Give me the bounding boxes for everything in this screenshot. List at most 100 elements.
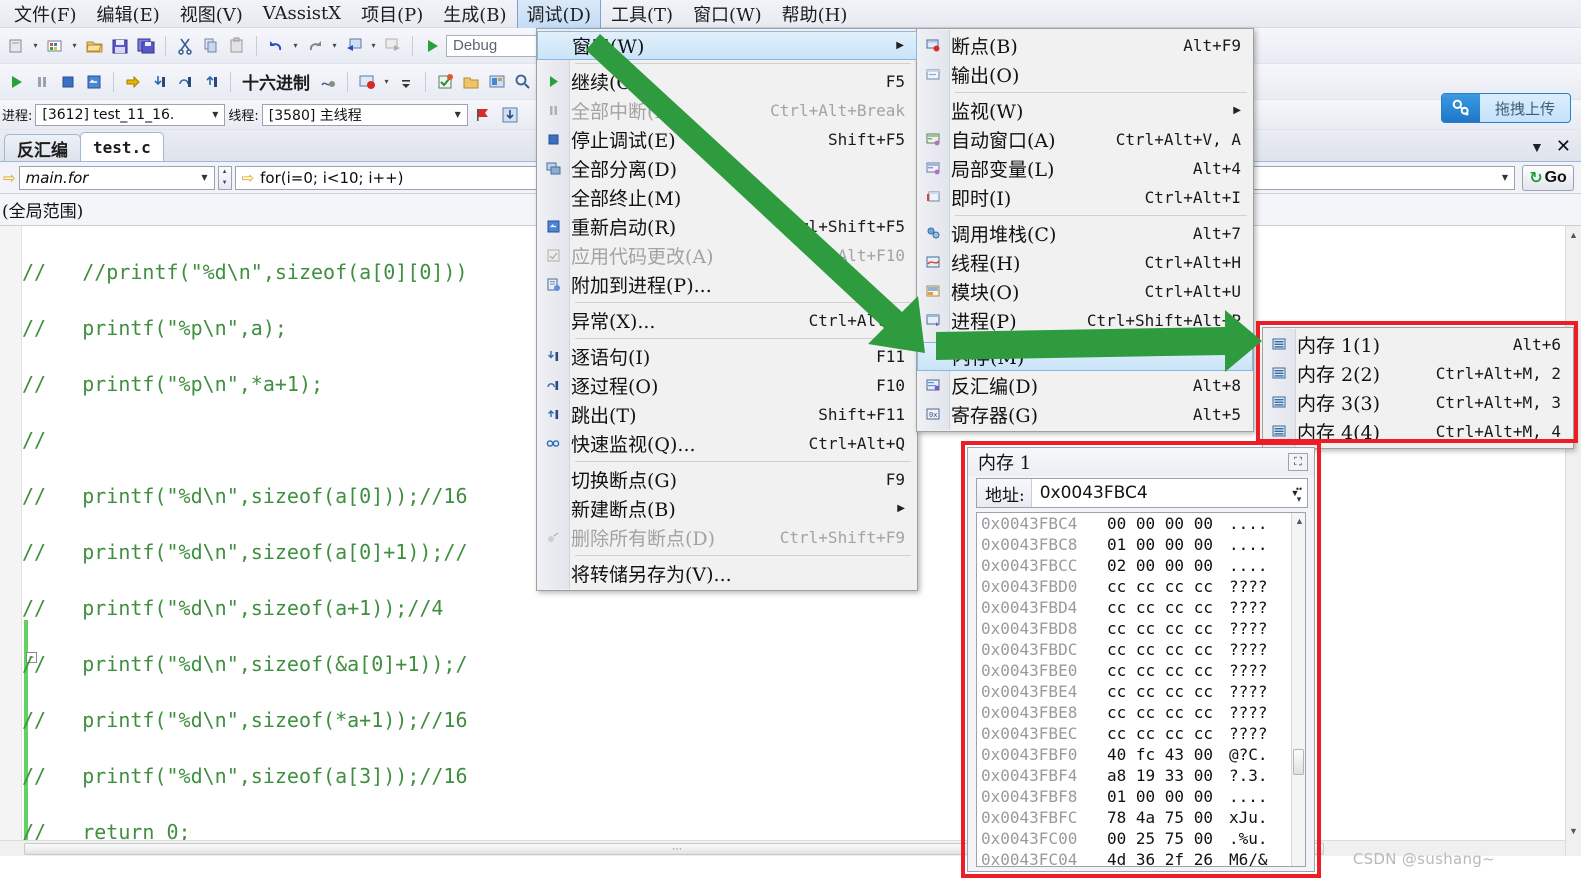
restart-icon[interactable]	[82, 70, 106, 94]
start-debug-icon[interactable]	[420, 34, 444, 58]
save-icon[interactable]	[108, 34, 132, 58]
menu-item-processes-window[interactable]: 进程(P) Ctrl+Shift+Alt+P	[917, 306, 1253, 335]
menu-item-breakpoints-window[interactable]: 断点(B) Alt+F9	[917, 31, 1253, 60]
scroll-down-icon[interactable]: ▼	[1569, 826, 1578, 836]
chevron-down-icon[interactable]: ▾	[30, 41, 41, 50]
menu-item-autos-window[interactable]: 自动窗口(A) Ctrl+Alt+V, A	[917, 125, 1253, 154]
memory-hex-pane[interactable]: 0x0043FBC4 00 00 00 00.... 0x0043FBC8 01 0…	[976, 512, 1306, 867]
menu-item-apply-code-changes[interactable]: 应用代码更改(A) Alt+F10	[537, 241, 917, 270]
columns-icon[interactable]: ••	[1296, 484, 1302, 494]
continue-icon[interactable]	[4, 70, 28, 94]
menu-item-delete-all-breakpoints[interactable]: 删除所有断点(D) Ctrl+Shift+F9	[537, 523, 917, 552]
menu-item-disassembly-window[interactable]: 反汇编(D) Alt+8	[917, 371, 1253, 400]
menu-item-step-out[interactable]: 跳出(T) Shift+F11	[537, 400, 917, 429]
menu-item-help[interactable]: 帮助(H)	[772, 0, 858, 30]
memory-submenu-popup[interactable]: 内存 1(1) Alt+6 内存 2(2) Ctrl+Alt+M, 2 内存 3…	[1262, 327, 1574, 449]
step-out-icon[interactable]	[199, 70, 223, 94]
chevron-down-icon[interactable]: ▼	[451, 110, 465, 119]
menu-item-windows[interactable]: 窗口(W) ▶	[537, 31, 917, 60]
menu-item-exceptions[interactable]: 异常(X)... Ctrl+Alt+E	[537, 306, 917, 335]
redo-icon[interactable]	[303, 34, 327, 58]
chevron-down-icon[interactable]: ▾	[329, 41, 340, 50]
scrollbar-thumb[interactable]	[1293, 749, 1304, 775]
save-all-icon[interactable]	[134, 34, 158, 58]
menu-item-attach-to-process[interactable]: 附加到进程(P)...	[537, 270, 917, 299]
menu-item-build[interactable]: 生成(B)	[433, 0, 516, 30]
stack-frame-icon[interactable]	[498, 103, 522, 127]
chevron-down-icon[interactable]: ▾	[69, 41, 80, 50]
open-file-icon[interactable]	[82, 34, 106, 58]
show-next-statement-icon[interactable]	[121, 70, 145, 94]
menu-item-memory-4[interactable]: 内存 4(4) Ctrl+Alt+M, 4	[1263, 417, 1573, 446]
menu-item-restart[interactable]: 重新启动(R) Ctrl+Shift+F5	[537, 212, 917, 241]
chevron-down-icon[interactable]: ▾	[290, 41, 301, 50]
solution-explorer-icon[interactable]	[459, 70, 483, 94]
menu-item-watch-window[interactable]: 监视(W) ▶	[917, 96, 1253, 125]
chevron-down-icon[interactable]: ▼	[208, 110, 222, 119]
menu-item-quick-watch[interactable]: 快速监视(Q)... Ctrl+Alt+Q	[537, 429, 917, 458]
navigate-forward-icon[interactable]	[381, 34, 405, 58]
debug-windows-submenu-popup[interactable]: 断点(B) Alt+F9 输出(O) 监视(W) ▶ 自动窗口(A) Ctrl+…	[916, 28, 1254, 432]
menu-item-stop-debugging[interactable]: 停止调试(E) Shift+F5	[537, 125, 917, 154]
menu-item-window[interactable]: 窗口(W)	[683, 0, 772, 30]
menu-item-memory-2[interactable]: 内存 2(2) Ctrl+Alt+M, 2	[1263, 359, 1573, 388]
toolbar-overflow-icon[interactable]	[394, 70, 418, 94]
chevron-down-icon[interactable]: ▼	[195, 173, 213, 182]
float-window-icon[interactable]: ⛶	[1288, 453, 1308, 471]
step-over-icon[interactable]	[173, 70, 197, 94]
menu-item-toggle-breakpoint[interactable]: 切换断点(G) F9	[537, 465, 917, 494]
step-into-icon[interactable]	[147, 70, 171, 94]
memory-address-bar[interactable]: 地址: 0x0043FBC4 ▼	[976, 478, 1308, 508]
menu-item-memory-1[interactable]: 内存 1(1) Alt+6	[1263, 330, 1573, 359]
break-all-icon[interactable]	[30, 70, 54, 94]
menu-item-threads-window[interactable]: 线程(H) Ctrl+Alt+H	[917, 248, 1253, 277]
new-project-icon[interactable]	[4, 34, 28, 58]
solution-configuration-select[interactable]: Debug	[446, 34, 538, 57]
thread-select[interactable]: [3580] 主线程 ▼	[261, 103, 468, 126]
properties-window-icon[interactable]	[485, 70, 509, 94]
breakpoint-icon[interactable]	[355, 70, 379, 94]
menu-item-continue[interactable]: 继续(C) F5	[537, 67, 917, 96]
overflow-icon[interactable]: ▾	[1297, 494, 1302, 504]
scope-select[interactable]: main.for ▼	[18, 165, 215, 190]
editor-horizontal-scrollbar[interactable]: ⋯	[0, 840, 1581, 856]
editor-gutter[interactable]	[0, 226, 22, 856]
menu-item-debug[interactable]: 调试(D)	[516, 0, 601, 30]
scroll-up-icon[interactable]: ▲	[1569, 230, 1578, 240]
memory-tool-window[interactable]: 内存 1 ⛶ 地址: 0x0043FBC4 ▼ •• ▾ 0x0043FBC4 0…	[967, 447, 1315, 872]
cut-icon[interactable]	[173, 34, 197, 58]
navigate-backward-icon[interactable]	[342, 34, 366, 58]
stop-debug-icon[interactable]	[56, 70, 80, 94]
menu-item-step-into[interactable]: 逐语句(I) F11	[537, 342, 917, 371]
task-list-icon[interactable]	[433, 70, 457, 94]
menu-item-vassistx[interactable]: VAssistX	[253, 0, 351, 27]
go-button[interactable]: ↻ Go	[1522, 164, 1574, 191]
chevron-down-icon[interactable]: ▾	[368, 41, 379, 50]
drag-upload-button[interactable]: 拖拽上传	[1441, 93, 1571, 123]
menu-item-modules-window[interactable]: 模块(O) Ctrl+Alt+U	[917, 277, 1253, 306]
close-icon[interactable]: ✕	[1556, 136, 1571, 157]
menu-item-step-over[interactable]: 逐过程(O) F10	[537, 371, 917, 400]
menu-item-save-dump-as[interactable]: 将转储另存为(V)...	[537, 559, 917, 588]
menu-item-memory[interactable]: 内存(M) ▶	[917, 342, 1253, 371]
menu-item-registers-window[interactable]: 0x 寄存器(G) Alt+5	[917, 400, 1253, 429]
chevron-down-icon[interactable]: ▾	[381, 77, 392, 86]
tab-dropdown-icon[interactable]: ▼	[1530, 139, 1544, 155]
copy-icon[interactable]	[199, 34, 223, 58]
menu-item-callstack-window[interactable]: 调用堆栈(C) Alt+7	[917, 219, 1253, 248]
menu-item-terminate-all[interactable]: 全部终止(M)	[537, 183, 917, 212]
menu-item-locals-window[interactable]: 局部变量(L) Alt+4	[917, 154, 1253, 183]
menu-item-project[interactable]: 项目(P)	[351, 0, 433, 30]
address-input[interactable]: 0x0043FBC4	[1032, 483, 1283, 503]
menu-item-memory-3[interactable]: 内存 3(3) Ctrl+Alt+M, 3	[1263, 388, 1573, 417]
menu-item-new-breakpoint[interactable]: 新建断点(B) ▶	[537, 494, 917, 523]
paste-icon[interactable]	[225, 34, 249, 58]
menu-item-break-all[interactable]: 全部中断(K) Ctrl+Alt+Break	[537, 96, 917, 125]
process-select[interactable]: [3612] test_11_16. ▼	[35, 103, 226, 126]
undo-icon[interactable]	[264, 34, 288, 58]
scope-spinner[interactable]: ▲ ▼	[217, 165, 232, 190]
tab-test-c[interactable]: test.c	[80, 132, 164, 161]
editor-vertical-scrollbar[interactable]: ▲ ▼	[1565, 226, 1581, 856]
menu-item-tools[interactable]: 工具(T)	[601, 0, 683, 30]
hex-display-label[interactable]: 十六进制	[238, 69, 314, 94]
